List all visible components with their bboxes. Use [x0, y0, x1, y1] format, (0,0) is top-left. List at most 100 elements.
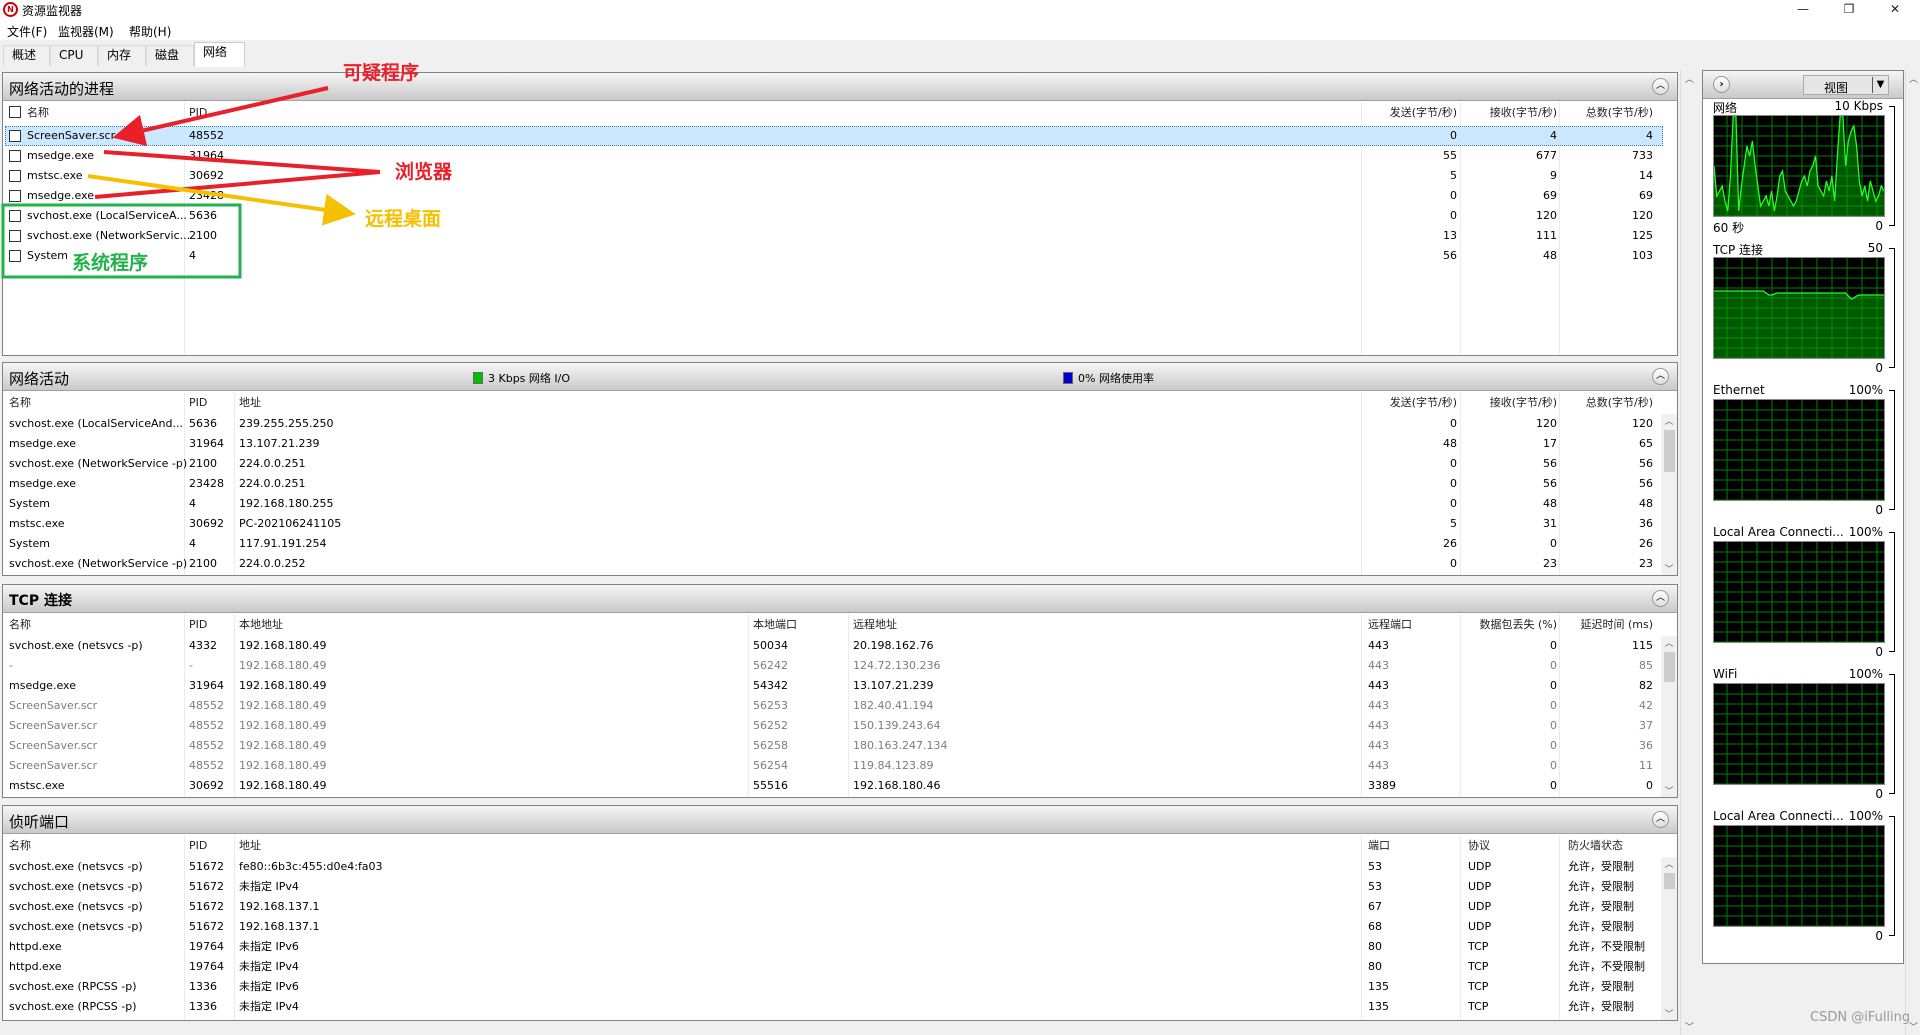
- scroll-up-icon[interactable]: ︿: [1661, 414, 1677, 427]
- panel-scrollbar[interactable]: ︿ ﹀: [1905, 70, 1920, 1035]
- table-row[interactable]: svchost.exe (netsvcs -p) 51672 192.168.137…: [3, 897, 1677, 917]
- table-scrollbar[interactable]: ︿ ﹀: [1661, 414, 1677, 575]
- main-scrollbar[interactable]: ︿ ﹀: [1680, 70, 1698, 1035]
- column-header-fw[interactable]: 防火墙状态: [1568, 836, 1623, 856]
- table-scrollbar[interactable]: ︿ ﹀: [1661, 636, 1677, 797]
- table-row[interactable]: httpd.exe 19764 未指定 IPv6 80 TCP 允许，不受限制: [3, 937, 1677, 957]
- table-row[interactable]: svchost.exe (netsvcs -p) 4332 192.168.180.…: [3, 636, 1677, 656]
- column-header-pid[interactable]: PID: [189, 615, 207, 635]
- cell-addr: 224.0.0.251: [239, 477, 306, 490]
- table-row[interactable]: msedge.exe 31964 13.107.21.239 48 17 65: [3, 434, 1677, 454]
- column-header-laddr[interactable]: 本地地址: [239, 615, 283, 635]
- scroll-up-icon[interactable]: ︿: [1661, 857, 1677, 870]
- collapse-icon[interactable]: ︿: [1652, 590, 1669, 607]
- column-header-addr[interactable]: 地址: [239, 836, 261, 856]
- table-row[interactable]: svchost.exe (LocalServiceAnd... 5636 239.2…: [3, 414, 1677, 434]
- cell-total: 36: [1639, 517, 1653, 530]
- restore-button[interactable]: ❐: [1826, 0, 1872, 20]
- cell-addr: 192.168.180.255: [239, 497, 334, 510]
- table-row[interactable]: - -192.168.180.49 56242 124.72.130.236 443 0 8…: [3, 656, 1677, 676]
- table-row[interactable]: svchost.exe (NetworkService -p) 2100 224.0…: [3, 554, 1677, 574]
- annotation-suspicious: 可疑程序: [343, 62, 420, 84]
- table-row[interactable]: mstsc.exe 30692 PC-202106241105 5 31 36: [3, 514, 1677, 534]
- table-row[interactable]: ScreenSaver.scr 48552 192.168.180.49 56252 1…: [3, 716, 1677, 736]
- cell-lat: 85: [1639, 659, 1653, 672]
- table-row[interactable]: ScreenSaver.scr 48552 192.168.180.49 56253 1…: [3, 696, 1677, 716]
- cell-total: 125: [1632, 229, 1653, 242]
- cell-lat: 0: [1646, 779, 1653, 792]
- table-row[interactable]: svchost.exe (netsvcs -p) 51672 192.168.137…: [3, 917, 1677, 937]
- scroll-up-icon[interactable]: ︿: [1909, 72, 1918, 85]
- scroll-down-icon[interactable]: ﹀: [1661, 1007, 1677, 1020]
- cell-laddr: 192.168.180.49: [239, 699, 327, 712]
- column-header-proto[interactable]: 协议: [1468, 836, 1490, 856]
- section-header[interactable]: 侦听端口 ︿: [3, 806, 1677, 834]
- collapse-icon[interactable]: ︿: [1652, 78, 1669, 95]
- graph-bracket: [1889, 816, 1895, 936]
- close-button[interactable]: ✕: [1872, 0, 1918, 20]
- column-header-pid[interactable]: PID: [189, 836, 207, 856]
- view-dropdown[interactable]: 视图 ▼: [1803, 75, 1889, 95]
- table-row[interactable]: svchost.exe (RPCSS -p) 1336 未指定 IPv6 135 TCP…: [3, 977, 1677, 997]
- scroll-up-icon[interactable]: ︿: [1685, 72, 1694, 85]
- io-swatch: [473, 372, 483, 384]
- cell-name: httpd.exe: [9, 940, 62, 953]
- cell-total: 14: [1639, 169, 1653, 182]
- scroll-thumb[interactable]: [1664, 430, 1675, 472]
- dropdown-arrow-icon: ▼: [1872, 77, 1888, 93]
- table-row[interactable]: svchost.exe (netsvcs -p) 51672 未指定 IPv4 53 U…: [3, 877, 1677, 897]
- minimize-button[interactable]: —: [1780, 0, 1826, 20]
- table-row[interactable]: msedge.exe 31964 192.168.180.49 54342 13.107…: [3, 676, 1677, 696]
- cell-pid: 2100: [189, 557, 217, 570]
- scroll-up-icon[interactable]: ︿: [1661, 636, 1677, 649]
- column-header-name[interactable]: 名称: [9, 836, 31, 856]
- cell-addr: 117.91.191.254: [239, 537, 327, 550]
- scroll-thumb[interactable]: [1664, 873, 1675, 889]
- column-header-name[interactable]: 名称: [9, 615, 31, 635]
- column-header-rport[interactable]: 远程端口: [1368, 615, 1412, 635]
- collapse-icon[interactable]: ︿: [1652, 811, 1669, 828]
- suspicious-arrow: [112, 86, 329, 147]
- cell-pid: 4332: [189, 639, 217, 652]
- table-row[interactable]: svchost.exe (RPCSS -p) 1336 未指定 IPv4 135 TCP…: [3, 997, 1677, 1017]
- table-row[interactable]: System 4 117.91.191.254 26 0 26: [3, 534, 1677, 554]
- table-row[interactable]: svchost.exe (netsvcs -p) 51672 fe80::6b3c:…: [3, 857, 1677, 877]
- cell-name: svchost.exe (netsvcs -p): [9, 880, 143, 893]
- cell-addr: 13.107.21.239: [239, 437, 320, 450]
- cell-rport: 443: [1368, 659, 1389, 672]
- section-header[interactable]: 网络活动 3 Kbps 网络 I/O 0% 网络使用率 ︿: [3, 363, 1677, 391]
- column-header-lat[interactable]: 延迟时间 (ms): [1533, 615, 1653, 635]
- column-header-lport[interactable]: 本地端口: [753, 615, 797, 635]
- cell-name: svchost.exe (LocalServiceAnd...: [9, 417, 183, 430]
- table-scrollbar[interactable]: ︿ ﹀: [1661, 857, 1677, 1020]
- scroll-down-icon[interactable]: ﹀: [1909, 1020, 1918, 1033]
- graph-min-label: 0: [1875, 219, 1883, 233]
- graph-label: 网络: [1713, 101, 1738, 115]
- scroll-down-icon[interactable]: ﹀: [1661, 562, 1677, 575]
- cell-total: 48: [1639, 497, 1653, 510]
- cell-name: System: [9, 537, 51, 550]
- cell-rport: 443: [1368, 679, 1389, 692]
- column-header-total[interactable]: 总数(字节/秒): [1533, 393, 1653, 413]
- scroll-thumb[interactable]: [1664, 652, 1675, 682]
- table-row[interactable]: svchost.exe (NetworkService -p) 2100 224.0…: [3, 454, 1677, 474]
- scroll-down-icon[interactable]: ﹀: [1685, 1020, 1694, 1033]
- column-header-total[interactable]: 总数(字节/秒): [1533, 103, 1653, 123]
- table-row[interactable]: httpd.exe 19764 未指定 IPv4 80 TCP 允许，不受限制: [3, 957, 1677, 977]
- column-header-raddr[interactable]: 远程地址: [853, 615, 897, 635]
- table-row[interactable]: mstsc.exe 30692 192.168.180.49 55516 192.168…: [3, 776, 1677, 796]
- collapse-icon[interactable]: ︿: [1652, 368, 1669, 385]
- cell-lat: 37: [1639, 719, 1653, 732]
- scroll-down-icon[interactable]: ﹀: [1661, 784, 1677, 797]
- column-header-port[interactable]: 端口: [1368, 836, 1390, 856]
- table-row[interactable]: System 4 192.168.180.255 0 48 48: [3, 494, 1677, 514]
- column-header-pid[interactable]: PID: [189, 393, 207, 413]
- expand-panel-icon[interactable]: ›: [1713, 76, 1730, 93]
- section-header[interactable]: TCP 连接 ︿: [3, 585, 1677, 613]
- cell-addr: 未指定 IPv6: [239, 980, 299, 993]
- column-header-name[interactable]: 名称: [9, 393, 31, 413]
- column-header-addr[interactable]: 地址: [239, 393, 261, 413]
- table-row[interactable]: ScreenSaver.scr 48552 192.168.180.49 56254 1…: [3, 756, 1677, 776]
- table-row[interactable]: msedge.exe 23428 224.0.0.251 0 56 56: [3, 474, 1677, 494]
- table-row[interactable]: ScreenSaver.scr 48552 192.168.180.49 56258 1…: [3, 736, 1677, 756]
